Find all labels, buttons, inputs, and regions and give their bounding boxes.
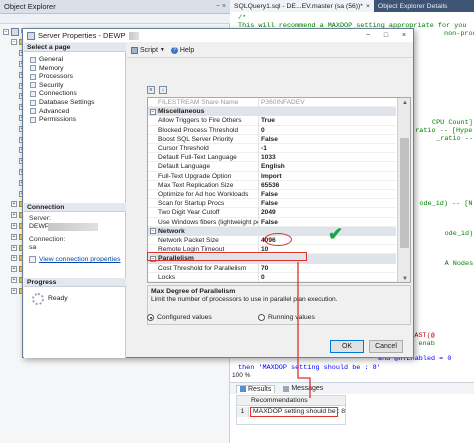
annotation-arrow [297,262,311,398]
arrow-line [297,262,311,398]
